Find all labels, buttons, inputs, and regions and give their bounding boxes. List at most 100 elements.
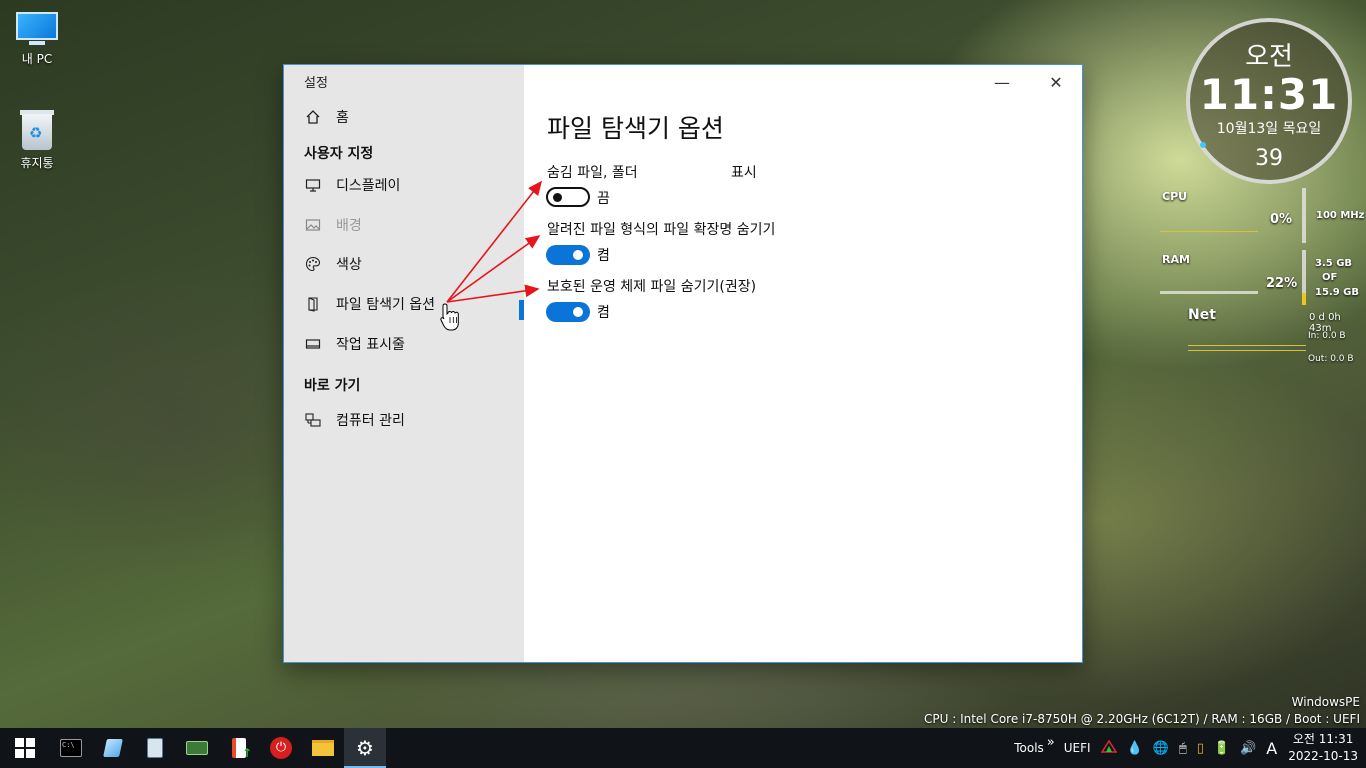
pe-name: WindowsPE <box>1291 695 1360 709</box>
installer-icon: ↑ <box>232 738 252 760</box>
taskbar-hardware[interactable] <box>176 728 218 768</box>
gear-icon: ⚙ <box>356 736 374 760</box>
cmd-icon: C:\ <box>60 739 82 757</box>
picture-icon <box>304 216 322 234</box>
settings-window: 설정 홈 사용자 지정 디스플레이 배경 색상 파일 탐색기 옵션 작업 표시줄… <box>283 64 1083 663</box>
hidden-files-state: 끔 <box>597 191 610 207</box>
power-icon: ⏻ <box>270 737 292 759</box>
window-title: 설정 <box>304 76 328 91</box>
net-out: Out: 0.0 B <box>1308 354 1354 364</box>
hardware-icon <box>186 741 208 755</box>
taskbar-explorer[interactable] <box>302 728 344 768</box>
settings-content: — ✕ 파일 탐색기 옵션 숨김 파일, 폴더 표시 끔 알려진 파일 형식의 … <box>524 65 1082 662</box>
option-hidden-files-extra: 표시 <box>731 165 757 181</box>
taskbar-clock[interactable]: 오전 11:31 2022-10-13 <box>1288 731 1358 765</box>
sidebar-item-computer-management[interactable]: 컴퓨터 관리 <box>304 408 405 432</box>
cursor-tray-icon[interactable]: 🖱 <box>1179 741 1187 756</box>
network-tray-icon[interactable] <box>1100 739 1117 757</box>
taskbar-cmd[interactable]: C:\ <box>50 728 92 768</box>
cpu-frequency: 100 MHz <box>1316 210 1365 221</box>
cpu-label: CPU <box>1162 190 1188 203</box>
ram-label: RAM <box>1162 253 1190 266</box>
ram-total: 15.9 GB <box>1315 287 1359 298</box>
trash-icon: ♻ <box>20 108 54 150</box>
taskbar-icon <box>304 335 322 353</box>
sidebar-item-label: 디스플레이 <box>336 178 401 194</box>
usb-icon[interactable]: ▯ <box>1197 741 1204 756</box>
ram-graph-line <box>1160 291 1258 294</box>
sidebar-item-colors[interactable]: 색상 <box>304 252 362 276</box>
page-title: 파일 탐색기 옵션 <box>547 114 724 143</box>
clock-ampm: 오전 <box>1245 42 1293 72</box>
door-icon <box>304 295 322 313</box>
notepad-icon <box>103 739 123 757</box>
sidebar-item-label: 배경 <box>336 218 362 234</box>
system-tray: Tools » UEFI 💧 🌐 🖱 ▯ 🔋 🔊 A 오전 11:31 2022… <box>1009 728 1366 768</box>
monitor-icon <box>304 176 322 194</box>
taskbar-date: 2022-10-13 <box>1288 749 1358 763</box>
taskbar-power[interactable]: ⏻ <box>260 728 302 768</box>
settings-sidebar: 설정 홈 사용자 지정 디스플레이 배경 색상 파일 탐색기 옵션 작업 표시줄… <box>284 65 524 662</box>
ime-indicator[interactable]: A <box>1266 739 1277 758</box>
net-graph-line-2 <box>1188 350 1306 351</box>
folder-icon <box>312 740 334 756</box>
pe-specs: CPU : Intel Core i7-8750H @ 2.20GHz (6C1… <box>924 712 1360 726</box>
home-icon <box>304 108 322 126</box>
palette-icon <box>304 255 322 273</box>
sidebar-item-display[interactable]: 디스플레이 <box>304 173 400 197</box>
start-button[interactable] <box>0 728 50 768</box>
chevron-icon[interactable]: » <box>1047 735 1055 750</box>
sidebar-item-label: 작업 표시줄 <box>336 337 405 353</box>
section-header-shortcut: 바로 가기 <box>304 378 361 394</box>
taskbar-installer[interactable]: ↑ <box>218 728 260 768</box>
hidden-files-toggle[interactable] <box>546 187 590 207</box>
computer-management-icon <box>304 411 322 429</box>
sidebar-item-background[interactable]: 배경 <box>304 213 362 237</box>
section-header-custom: 사용자 지정 <box>304 146 374 162</box>
hide-extensions-toggle[interactable] <box>546 245 590 265</box>
cpu-graph-line <box>1160 231 1258 232</box>
drop-icon[interactable]: 💧 <box>1127 741 1143 756</box>
sidebar-item-label: 홈 <box>336 110 349 126</box>
cpu-bar <box>1302 188 1306 243</box>
option-hide-protected-label: 보호된 운영 체제 파일 숨기기(권장) <box>547 279 757 295</box>
cpu-value: 0% <box>1270 212 1293 227</box>
option-hidden-files-label: 숨김 파일, 폴더 <box>547 165 638 181</box>
this-pc-icon[interactable]: 내 PC <box>2 12 72 67</box>
sidebar-item-label: 파일 탐색기 옵션 <box>336 297 436 313</box>
minimize-button[interactable]: — <box>988 71 1016 95</box>
ram-used: 3.5 GB <box>1315 258 1353 269</box>
sidebar-item-label: 컴퓨터 관리 <box>336 413 405 429</box>
net-label: Net <box>1188 307 1216 323</box>
ram-value: 22% <box>1266 276 1298 291</box>
globe-icon[interactable]: 🌐 <box>1153 741 1169 756</box>
tools-menu[interactable]: Tools <box>1014 741 1044 755</box>
close-button[interactable]: ✕ <box>1042 71 1070 95</box>
hide-protected-toggle[interactable] <box>546 302 590 322</box>
clock-seconds-dot <box>1200 142 1206 148</box>
taskbar-settings[interactable]: ⚙ <box>344 728 386 768</box>
taskbar-time: 오전 11:31 <box>1292 732 1354 746</box>
sidebar-item-label: 색상 <box>336 257 362 273</box>
sidebar-item-home[interactable]: 홈 <box>304 105 349 129</box>
monitor-icon <box>16 12 58 46</box>
hide-extensions-state: 켬 <box>597 248 610 264</box>
taskbar-notepad[interactable] <box>92 728 134 768</box>
calculator-icon <box>147 738 163 758</box>
taskbar-calculator[interactable] <box>134 728 176 768</box>
clock-time: 11:31 <box>1199 70 1339 119</box>
clock-widget: 오전 11:31 10월13일 목요일 39 <box>1186 18 1352 184</box>
net-graph-line-1 <box>1188 345 1306 346</box>
recycle-bin-label: 휴지통 <box>20 156 54 170</box>
uefi-label: UEFI <box>1063 741 1091 755</box>
sidebar-item-file-explorer-options[interactable]: 파일 탐색기 옵션 <box>304 292 435 316</box>
sidebar-item-taskbar[interactable]: 작업 표시줄 <box>304 332 405 356</box>
net-in: In: 0.0 B <box>1308 331 1346 341</box>
volume-icon[interactable]: 🔊 <box>1240 741 1256 756</box>
option-hide-extensions-label: 알려진 파일 형식의 파일 확장명 숨기기 <box>547 222 776 238</box>
battery-icon[interactable]: 🔋 <box>1214 741 1230 756</box>
ram-bar <box>1302 250 1306 305</box>
recycle-bin-icon[interactable]: ♻ 휴지통 <box>2 108 72 171</box>
windows-icon <box>15 738 35 758</box>
this-pc-label: 내 PC <box>21 52 53 66</box>
